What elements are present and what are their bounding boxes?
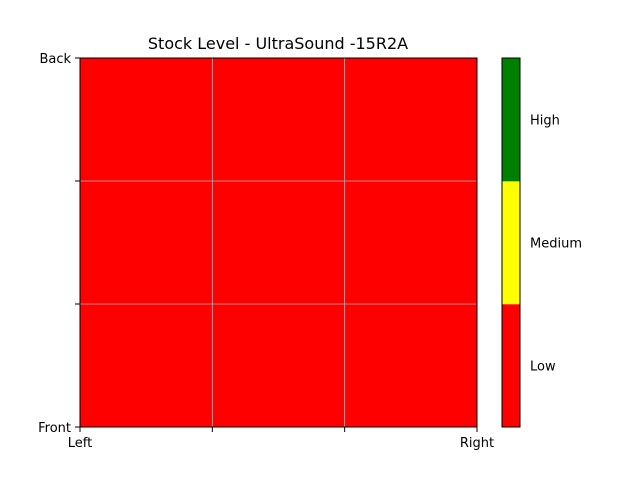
colorbar-segment-high: [502, 58, 520, 182]
heatmap-cell-r0-c0: [80, 58, 213, 182]
x-axis: Left Right: [68, 427, 494, 451]
heatmap-cell-r1-c1: [212, 181, 346, 305]
heatmap-cell-r2-c1: [212, 304, 346, 428]
colorbar: Low Medium High: [501, 57, 582, 428]
heatmap-cell-r1-c2: [344, 181, 478, 305]
colorbar-label-high: High: [530, 114, 560, 129]
colorbar-label-medium: Medium: [530, 237, 582, 252]
heatmap-cell-r2-c2: [344, 304, 478, 428]
stock-level-heatmap-chart: Stock Level - UltraSound -15R2A Left Righ…: [0, 0, 640, 480]
y-axis: Back Front: [38, 52, 80, 436]
y-tick-label: Back: [39, 52, 71, 67]
y-tick-label: Front: [38, 421, 71, 436]
heatmap-cell-r0-c1: [212, 58, 346, 182]
x-tick-label: Left: [68, 436, 92, 451]
colorbar-segment-medium: [502, 181, 520, 305]
heatmap-cells: [80, 58, 478, 428]
chart-title: Stock Level - UltraSound -15R2A: [148, 34, 408, 53]
heatmap-cell-r1-c0: [80, 181, 213, 305]
x-tick-label: Right: [460, 436, 494, 451]
heatmap-cell-r2-c0: [80, 304, 213, 428]
colorbar-label-low: Low: [530, 360, 556, 375]
colorbar-segment-low: [502, 304, 520, 428]
chart-svg: Stock Level - UltraSound -15R2A Left Righ…: [38, 34, 582, 451]
heatmap-cell-r0-c2: [344, 58, 478, 182]
